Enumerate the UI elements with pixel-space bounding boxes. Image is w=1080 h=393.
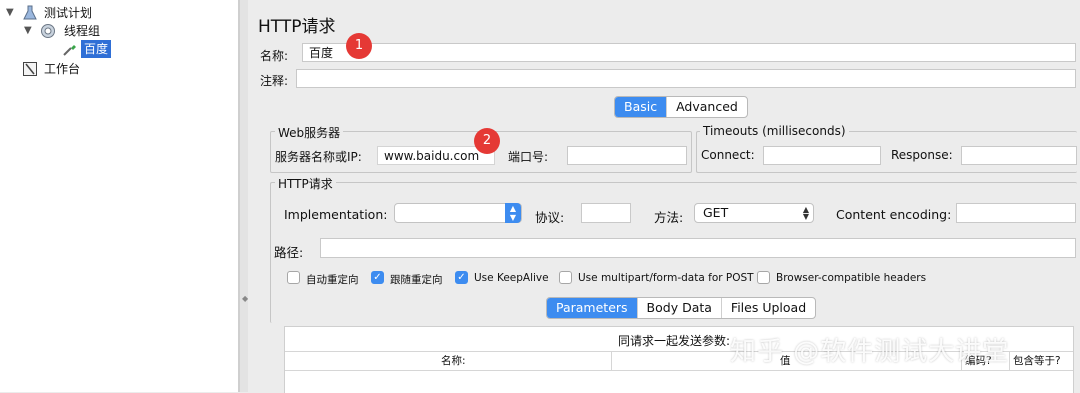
path-field[interactable]	[320, 238, 1076, 258]
watermark: 知乎 @软件测试大讲堂	[730, 337, 1010, 367]
pipette-sampler-icon	[62, 41, 78, 62]
name-label: 名称:	[260, 49, 289, 63]
chevron-up-down-icon: ▲ ▼	[505, 203, 521, 223]
expand-toggle-icon[interactable]: ▼	[6, 4, 14, 22]
tree-item-label: 工作台	[44, 62, 81, 76]
multipart-checkbox[interactable]	[559, 271, 572, 284]
method-select[interactable]: GET ▲ ▼	[694, 203, 814, 223]
parameters-caption: 同请求一起发送参数:	[618, 334, 731, 348]
port-label: 端口号:	[508, 150, 549, 164]
method-label: 方法:	[654, 210, 684, 225]
test-plan-tree: ▼ 测试计划 ▼ 线程组 百度 工作台	[0, 0, 239, 392]
tab-basic[interactable]: Basic	[615, 97, 668, 117]
implementation-select[interactable]: ▲ ▼	[394, 203, 522, 223]
follow-redirect-checkbox[interactable]: ✓	[371, 271, 384, 284]
connect-field[interactable]	[763, 146, 881, 165]
protocol-label: 协议:	[535, 210, 565, 225]
comment-label: 注释:	[260, 74, 289, 88]
timeouts-title: Timeouts (milliseconds)	[700, 124, 849, 138]
content-encoding-label: Content encoding:	[836, 207, 952, 222]
keepalive-label: Use KeepAlive	[474, 272, 549, 284]
auto-redirect-label: 自动重定向	[306, 274, 359, 286]
server-name-label: 服务器名称或IP:	[275, 150, 362, 164]
comment-field[interactable]	[296, 69, 1076, 88]
name-field[interactable]: 百度	[302, 43, 1076, 62]
basic-advanced-tabs: Basic Advanced	[614, 96, 748, 118]
tree-item-baidu-sampler[interactable]: 百度	[62, 40, 122, 58]
tab-parameters[interactable]: Parameters	[547, 298, 638, 318]
content-encoding-field[interactable]	[956, 203, 1076, 223]
response-field[interactable]	[961, 146, 1077, 165]
tree-item-label: 测试计划	[44, 6, 93, 20]
gear-icon	[40, 23, 56, 44]
tree-item-label: 百度	[81, 40, 112, 58]
protocol-field[interactable]	[581, 203, 631, 223]
column-header-include-equals[interactable]: 包含等于?	[1013, 352, 1061, 370]
keepalive-checkbox[interactable]: ✓	[455, 271, 468, 284]
implementation-label: Implementation:	[284, 207, 388, 222]
tree-item-thread-group[interactable]: ▼ 线程组	[24, 22, 224, 40]
column-divider	[611, 352, 612, 370]
tree-item-workbench[interactable]: 工作台	[22, 60, 222, 78]
auto-redirect-checkbox[interactable]	[287, 271, 300, 284]
expand-toggle-icon[interactable]: ▼	[24, 22, 32, 40]
follow-redirect-label: 跟随重定向	[390, 274, 443, 286]
annotation-marker-1: 1	[346, 33, 372, 59]
browser-headers-label: Browser-compatible headers	[776, 272, 927, 284]
tab-files-upload[interactable]: Files Upload	[722, 298, 815, 318]
chevron-up-down-icon: ▲ ▼	[802, 205, 809, 221]
tab-body-data[interactable]: Body Data	[638, 298, 722, 318]
column-header-name[interactable]: 名称:	[441, 352, 466, 370]
port-field[interactable]	[567, 146, 687, 165]
timeouts-group: Timeouts (milliseconds) Connect: Respons…	[696, 124, 1077, 173]
browser-headers-checkbox[interactable]	[757, 271, 770, 284]
web-server-title: Web服务器	[275, 124, 344, 141]
multipart-label: Use multipart/form-data for POST	[578, 272, 754, 284]
workbench-icon	[22, 61, 38, 82]
tree-item-label: 线程组	[64, 24, 101, 38]
response-label: Response:	[891, 148, 953, 162]
request-body-tabs: Parameters Body Data Files Upload	[546, 297, 817, 319]
connect-label: Connect:	[701, 148, 755, 162]
tab-advanced[interactable]: Advanced	[667, 97, 747, 117]
tree-item-test-plan[interactable]: ▼ 测试计划	[6, 4, 206, 22]
method-value: GET	[703, 205, 729, 220]
http-request-group-title: HTTP请求	[275, 175, 336, 192]
page-title: HTTP请求	[258, 17, 336, 37]
annotation-marker-2: 2	[474, 128, 500, 154]
path-label: 路径:	[274, 245, 304, 260]
